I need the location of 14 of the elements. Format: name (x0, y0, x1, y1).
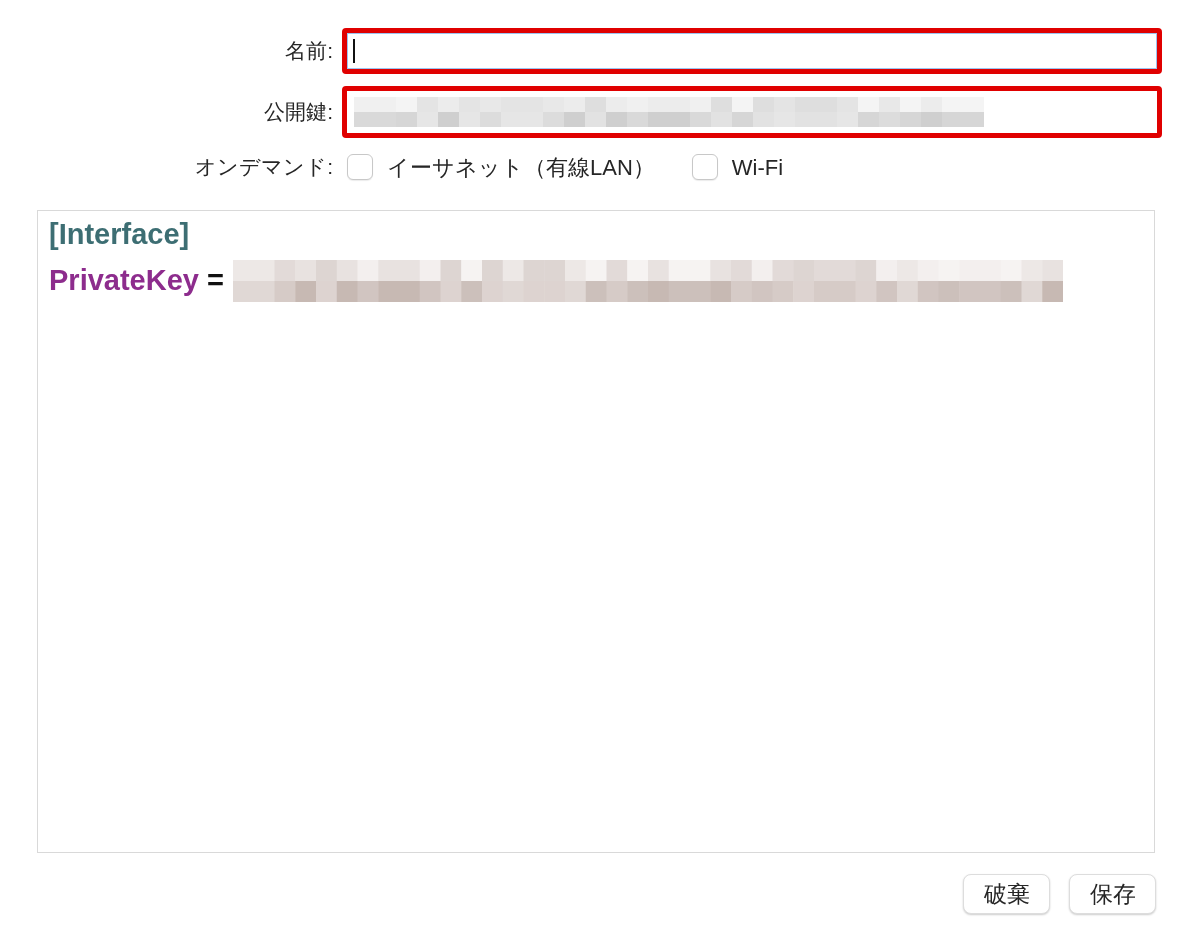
checkbox[interactable] (691, 154, 718, 180)
key-name: PrivateKey (49, 263, 199, 299)
text-cursor-icon (353, 39, 355, 63)
on-demand-label: オンデマンド: (195, 155, 333, 179)
section-header: [Interface] (49, 217, 190, 253)
dialog-button[interactable]: 破棄 (963, 874, 1050, 914)
checkbox[interactable] (347, 154, 373, 180)
config-editor[interactable]: [Interface] PrivateKey = (37, 210, 1155, 853)
checkbox-label: イーサネット（有線LAN） (387, 153, 655, 182)
checkbox-label: Wi-Fi (731, 153, 784, 182)
operator-text: = (206, 263, 224, 299)
dialog-button[interactable]: 保存 (1069, 874, 1156, 914)
field-label: 公開鍵: (264, 100, 333, 124)
field-label: 名前: (285, 39, 333, 63)
